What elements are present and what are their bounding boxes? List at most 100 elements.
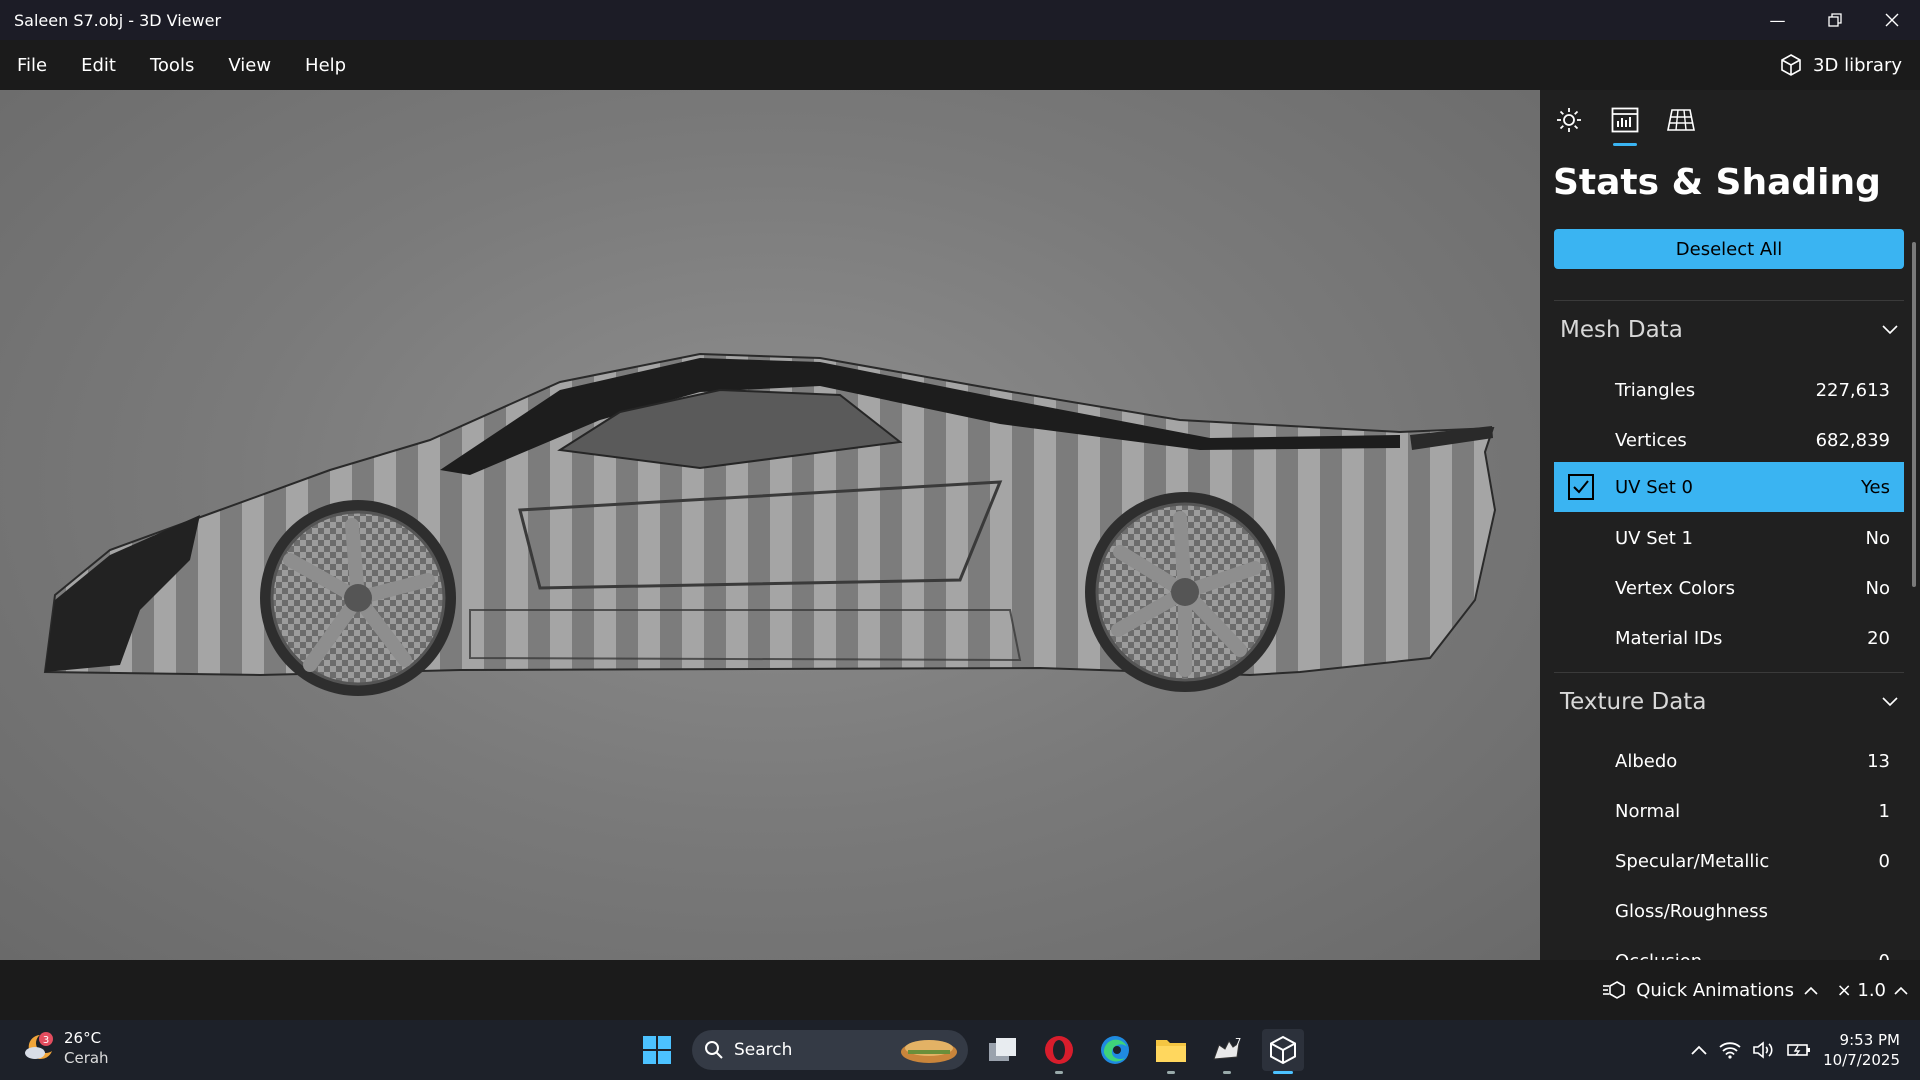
animation-bar: Quick Animations × 1.0 xyxy=(0,960,1920,1020)
file-explorer-button[interactable] xyxy=(1150,1029,1192,1074)
clock[interactable]: 9:53 PM 10/7/2025 xyxy=(1823,1030,1900,1070)
edge-button[interactable] xyxy=(1094,1029,1136,1071)
folder-icon xyxy=(1156,1040,1186,1062)
row-label: Material IDs xyxy=(1615,627,1723,649)
menu-bar: File Edit Tools View Help xyxy=(0,40,1920,90)
weather-widget[interactable]: 3 26°C Cerah xyxy=(22,1028,109,1068)
divider xyxy=(1554,300,1904,301)
row-label: UV Set 1 xyxy=(1615,527,1693,549)
start-button[interactable] xyxy=(636,1029,678,1071)
row-label: Albedo xyxy=(1615,750,1678,772)
task-view-icon xyxy=(989,1038,1016,1061)
restore-button[interactable] xyxy=(1806,0,1863,40)
task-view-button[interactable] xyxy=(982,1029,1024,1071)
close-button[interactable] xyxy=(1863,0,1920,40)
rhino-button[interactable]: 7 xyxy=(1206,1029,1248,1074)
texture-row-specular[interactable]: Specular/Metallic 0 xyxy=(1554,836,1904,886)
checkmark-icon xyxy=(1573,480,1589,494)
tab-stats[interactable] xyxy=(1608,102,1642,146)
sun-icon xyxy=(1557,108,1581,132)
menu-view[interactable]: View xyxy=(211,55,288,76)
3d-viewport[interactable] xyxy=(0,90,1540,960)
tab-lighting[interactable] xyxy=(1552,102,1586,138)
menu-file[interactable]: File xyxy=(0,55,64,76)
row-value: Yes xyxy=(1860,476,1890,498)
panel-scrollbar[interactable] xyxy=(1912,242,1916,587)
texture-row-albedo[interactable]: Albedo 13 xyxy=(1554,736,1904,786)
chevron-up-icon xyxy=(1804,986,1818,995)
running-indicator xyxy=(1223,1071,1231,1074)
tab-grid[interactable] xyxy=(1664,102,1698,138)
stats-icon xyxy=(1611,107,1639,133)
minimize-button[interactable]: — xyxy=(1749,0,1806,40)
minimize-icon: — xyxy=(1769,10,1786,30)
mesh-row-uv-set-1[interactable]: UV Set 1 No xyxy=(1554,513,1904,563)
mesh-row-uv-set-0[interactable]: UV Set 0 Yes xyxy=(1554,462,1904,512)
deselect-all-button[interactable]: Deselect All xyxy=(1554,229,1904,269)
volume-icon[interactable] xyxy=(1753,1041,1775,1059)
library-button[interactable]: 3D library xyxy=(1779,40,1902,90)
texture-data-title: Texture Data xyxy=(1560,689,1707,715)
row-value: 227,613 xyxy=(1815,379,1890,401)
wifi-icon[interactable] xyxy=(1719,1041,1741,1059)
menu-tools[interactable]: Tools xyxy=(133,55,211,76)
car-model[interactable] xyxy=(0,90,1540,960)
chevron-up-icon[interactable] xyxy=(1691,1045,1707,1055)
running-indicator xyxy=(1273,1071,1293,1074)
row-value: 0 xyxy=(1878,850,1890,872)
stats-panel: Stats & Shading Deselect All Mesh Data T… xyxy=(1540,90,1920,960)
cube-icon xyxy=(1781,54,1801,76)
quick-animations-label: Quick Animations xyxy=(1636,979,1794,1001)
taskbar-apps: Search 7 xyxy=(636,1026,1304,1074)
grid-icon xyxy=(1667,109,1695,131)
chevron-down-icon xyxy=(1882,325,1898,335)
search-label: Search xyxy=(734,1040,793,1060)
panel-heading: Stats & Shading xyxy=(1553,162,1881,203)
row-label: Normal xyxy=(1615,800,1681,822)
menu-help[interactable]: Help xyxy=(288,55,363,76)
weather-condition: Cerah xyxy=(64,1049,109,1067)
row-label: Occlusion xyxy=(1615,951,1702,961)
taskbar-search[interactable]: Search xyxy=(692,1030,968,1070)
row-value: No xyxy=(1865,527,1890,549)
title-bar: Saleen S7.obj - 3D Viewer — xyxy=(0,0,1920,40)
rhino-icon: 7 xyxy=(1213,1037,1241,1060)
battery-icon[interactable] xyxy=(1787,1042,1811,1058)
row-label: Vertices xyxy=(1615,429,1687,451)
row-value: 20 xyxy=(1867,627,1890,649)
texture-data-header[interactable]: Texture Data xyxy=(1554,677,1904,727)
row-label: Specular/Metallic xyxy=(1615,850,1770,872)
row-label: UV Set 0 xyxy=(1615,476,1693,498)
window-title: Saleen S7.obj - 3D Viewer xyxy=(14,10,222,30)
mesh-row-vertices[interactable]: Vertices 682,839 xyxy=(1554,415,1904,465)
row-label: Triangles xyxy=(1615,379,1696,401)
opera-icon xyxy=(1045,1036,1073,1064)
mesh-data-header[interactable]: Mesh Data xyxy=(1554,305,1904,355)
mesh-row-material-ids[interactable]: Material IDs 20 xyxy=(1554,613,1904,663)
restore-icon xyxy=(1827,13,1842,27)
clock-date: 10/7/2025 xyxy=(1823,1051,1900,1069)
speed-button[interactable]: × 1.0 xyxy=(1837,960,1908,1020)
mesh-row-triangles[interactable]: Triangles 227,613 xyxy=(1554,365,1904,415)
chevron-down-icon xyxy=(1882,697,1898,707)
quick-animations-button[interactable]: Quick Animations xyxy=(1602,960,1818,1020)
taskbar: 3 26°C Cerah Search 7 9:53 PM 10/7/2025 xyxy=(0,1020,1920,1080)
texture-row-normal[interactable]: Normal 1 xyxy=(1554,786,1904,836)
3d-viewer-button[interactable] xyxy=(1262,1029,1304,1074)
chevron-up-icon xyxy=(1894,986,1908,995)
animation-icon xyxy=(1603,981,1626,999)
menu-edit[interactable]: Edit xyxy=(64,55,133,76)
divider xyxy=(1554,672,1904,673)
opera-button[interactable] xyxy=(1038,1029,1080,1074)
texture-row-gloss[interactable]: Gloss/Roughness xyxy=(1554,886,1904,936)
weather-temp: 26°C xyxy=(64,1029,102,1047)
edge-icon xyxy=(1101,1036,1129,1064)
search-icon xyxy=(705,1041,723,1059)
weather-badge: 3 xyxy=(43,1035,49,1046)
uv-set-0-checkbox[interactable] xyxy=(1568,474,1594,500)
mesh-row-vertex-colors[interactable]: Vertex Colors No xyxy=(1554,563,1904,613)
running-indicator xyxy=(1055,1071,1063,1074)
texture-row-occlusion[interactable]: Occlusion 0 xyxy=(1554,936,1904,961)
row-label: Vertex Colors xyxy=(1615,577,1735,599)
system-tray: 9:53 PM 10/7/2025 xyxy=(1691,1020,1900,1080)
